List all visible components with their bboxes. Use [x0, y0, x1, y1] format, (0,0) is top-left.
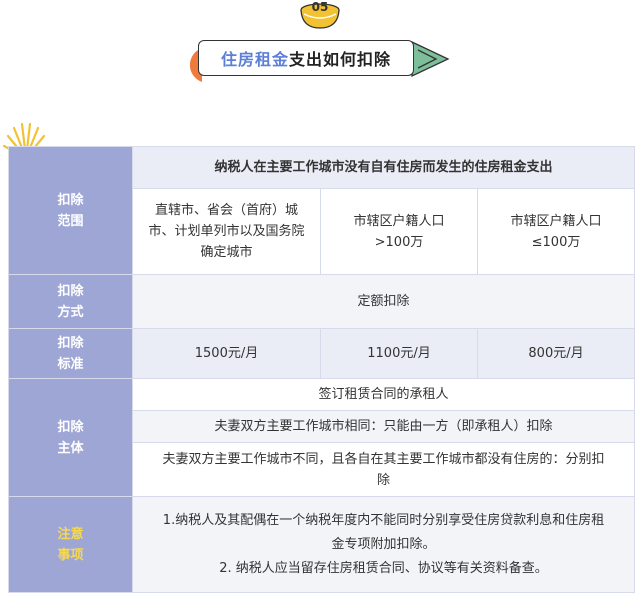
range-banner-row: 扣除 范围 纳税人在主要工作城市没有自有住房而发生的住房租金支出 — [8, 146, 636, 275]
subject-line-3: 夫妻双方主要工作城市不同，且各自在其主要工作城市都没有住房的：分别扣 除 — [131, 442, 636, 497]
standard-value-tier-1: 1500元/月 — [132, 328, 321, 379]
note-line-1: 1.纳税人及其配偶在一个纳税年度内不能同时分别享受住房贷款利息和住房租 — [162, 512, 605, 528]
range-banner: 纳税人在主要工作城市没有自有住房而发生的住房租金支出 — [131, 146, 636, 189]
method-row: 扣除 方式 定额扣除 — [8, 274, 636, 329]
standard-value-tier-2: 1100元/月 — [320, 328, 478, 379]
row-header-subject: 扣除 主体 — [8, 378, 133, 497]
section-title-banner: 住房租金 支出如何扣除 — [186, 38, 456, 82]
row-header-notes: 注意 事项 — [8, 496, 133, 593]
page-title-highlight: 住房租金 — [220, 50, 289, 69]
rent-deduction-table: 扣除 范围 纳税人在主要工作城市没有自有住房而发生的住房租金支出 直辖市、省会（… — [8, 146, 636, 593]
subject-line-2: 夫妻双方主要工作城市相同：只能由一方（即承租人）扣除 — [131, 410, 636, 443]
page-title: 住房租金 支出如何扣除 — [198, 40, 414, 76]
standard-row: 扣除 标准 1500元/月 1100元/月 800元/月 — [8, 328, 636, 379]
subject-row-1: 扣除 主体 签订租赁合同的承租人 — [8, 378, 636, 497]
city-tier-1: 直辖市、省会（首府）城 市、计划单列市以及国务院 确定城市 — [132, 188, 321, 275]
subject-line-1: 签订租赁合同的承租人 — [131, 378, 636, 411]
notes-row: 注意 事项 1.纳税人及其配偶在一个纳税年度内不能同时分别享受住房贷款利息和住房… — [8, 496, 636, 593]
notes-content: 1.纳税人及其配偶在一个纳税年度内不能同时分别享受住房贷款利息和住房租 金专项附… — [131, 496, 636, 593]
row-header-standard: 扣除 标准 — [8, 328, 133, 379]
city-tier-2: 市辖区户籍人口 >100万 — [320, 188, 478, 275]
row-header-range: 扣除 范围 — [8, 146, 133, 275]
page-title-rest: 支出如何扣除 — [289, 50, 392, 69]
note-line-2: 金专项附加扣除。 — [331, 536, 436, 552]
city-tier-3: 市辖区户籍人口 ≤100万 — [476, 188, 636, 275]
section-number: 05 — [311, 0, 329, 14]
method-value: 定额扣除 — [131, 274, 636, 329]
note-line-3: 2. 纳税人应当留存住房租赁合同、协议等有关资料备查。 — [219, 560, 548, 576]
section-number-badge: 05 — [298, 0, 342, 30]
row-header-method: 扣除 方式 — [8, 274, 133, 329]
standard-value-tier-3: 800元/月 — [476, 328, 636, 379]
